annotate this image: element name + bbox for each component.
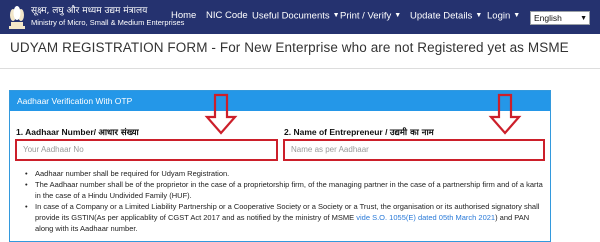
nav-update-details[interactable]: Update Details ▼ (410, 0, 482, 34)
nav-nic-code[interactable]: NIC Code (206, 0, 248, 34)
entrepreneur-name-input[interactable]: Name as per Aadhaar (283, 139, 545, 161)
entrepreneur-name-placeholder: Name as per Aadhaar (291, 145, 369, 154)
list-item: In case of a Company or a Limited Liabil… (23, 201, 543, 234)
top-navbar: सूक्ष्म, लघु और मध्यम उद्यम मंत्रालय Min… (0, 0, 600, 36)
nav-print-verify[interactable]: Print / Verify ▼ (340, 0, 401, 34)
nav-home[interactable]: Home (171, 0, 197, 36)
chevron-down-icon: ▼ (475, 12, 483, 19)
arrow-down-icon (204, 93, 238, 135)
nav-home-label: Home (171, 10, 197, 21)
language-select[interactable]: English ▼ (530, 11, 590, 25)
aadhaar-number-placeholder: Your Aadhaar No (23, 145, 84, 154)
name-label-hindi: उद्यमी का नाम (389, 128, 434, 138)
nav-login-label: Login (487, 10, 511, 22)
entrepreneur-name-label: 2. Name of Entrepreneur / उद्यमी का नाम (284, 127, 434, 138)
national-emblem-icon (9, 6, 25, 29)
list-item: Aadhaar number shall be required for Udy… (23, 168, 543, 179)
nav-useful-documents[interactable]: Useful Documents ▼ (252, 0, 340, 34)
ministry-logo-text[interactable]: सूक्ष्म, लघु और मध्यम उद्यम मंत्रालय Min… (31, 6, 184, 28)
nav-update-details-label: Update Details (410, 10, 473, 22)
arrow-down-icon (488, 93, 522, 135)
nav-print-verify-label: Print / Verify (340, 10, 392, 22)
list-item: The Aadhaar number shall be of the propr… (23, 179, 543, 201)
chevron-down-icon: ▼ (580, 15, 587, 22)
page-title: UDYAM REGISTRATION FORM - For New Enterp… (10, 40, 569, 55)
nav-nic-code-label: NIC Code (206, 10, 248, 21)
language-select-value: English (534, 13, 562, 23)
aadhaar-number-label: 1. Aadhaar Number/ आधार संख्या (16, 127, 139, 138)
aadhaar-label-hindi: आधार संख्या (98, 128, 139, 138)
nav-login[interactable]: Login ▼ (487, 0, 520, 34)
ministry-name-english: Ministry of Micro, Small & Medium Enterp… (31, 18, 185, 27)
divider (0, 68, 600, 69)
card-header: Aadhaar Verification With OTP (10, 91, 550, 111)
chevron-down-icon: ▼ (332, 12, 340, 19)
ministry-name-hindi: सूक्ष्म, लघु और मध्यम उद्यम मंत्रालय (31, 6, 148, 16)
chevron-down-icon: ▼ (513, 12, 521, 19)
chevron-down-icon: ▼ (394, 12, 402, 19)
notification-link[interactable]: vide S.O. 1055(E) dated 05th March 2021 (356, 213, 495, 222)
aadhaar-number-input[interactable]: Your Aadhaar No (15, 139, 278, 161)
aadhaar-label-english: 1. Aadhaar Number/ (16, 127, 99, 137)
name-label-english: 2. Name of Entrepreneur / (284, 127, 390, 137)
nav-useful-documents-label: Useful Documents (252, 10, 330, 22)
instructions-list: Aadhaar number shall be required for Udy… (23, 168, 543, 234)
